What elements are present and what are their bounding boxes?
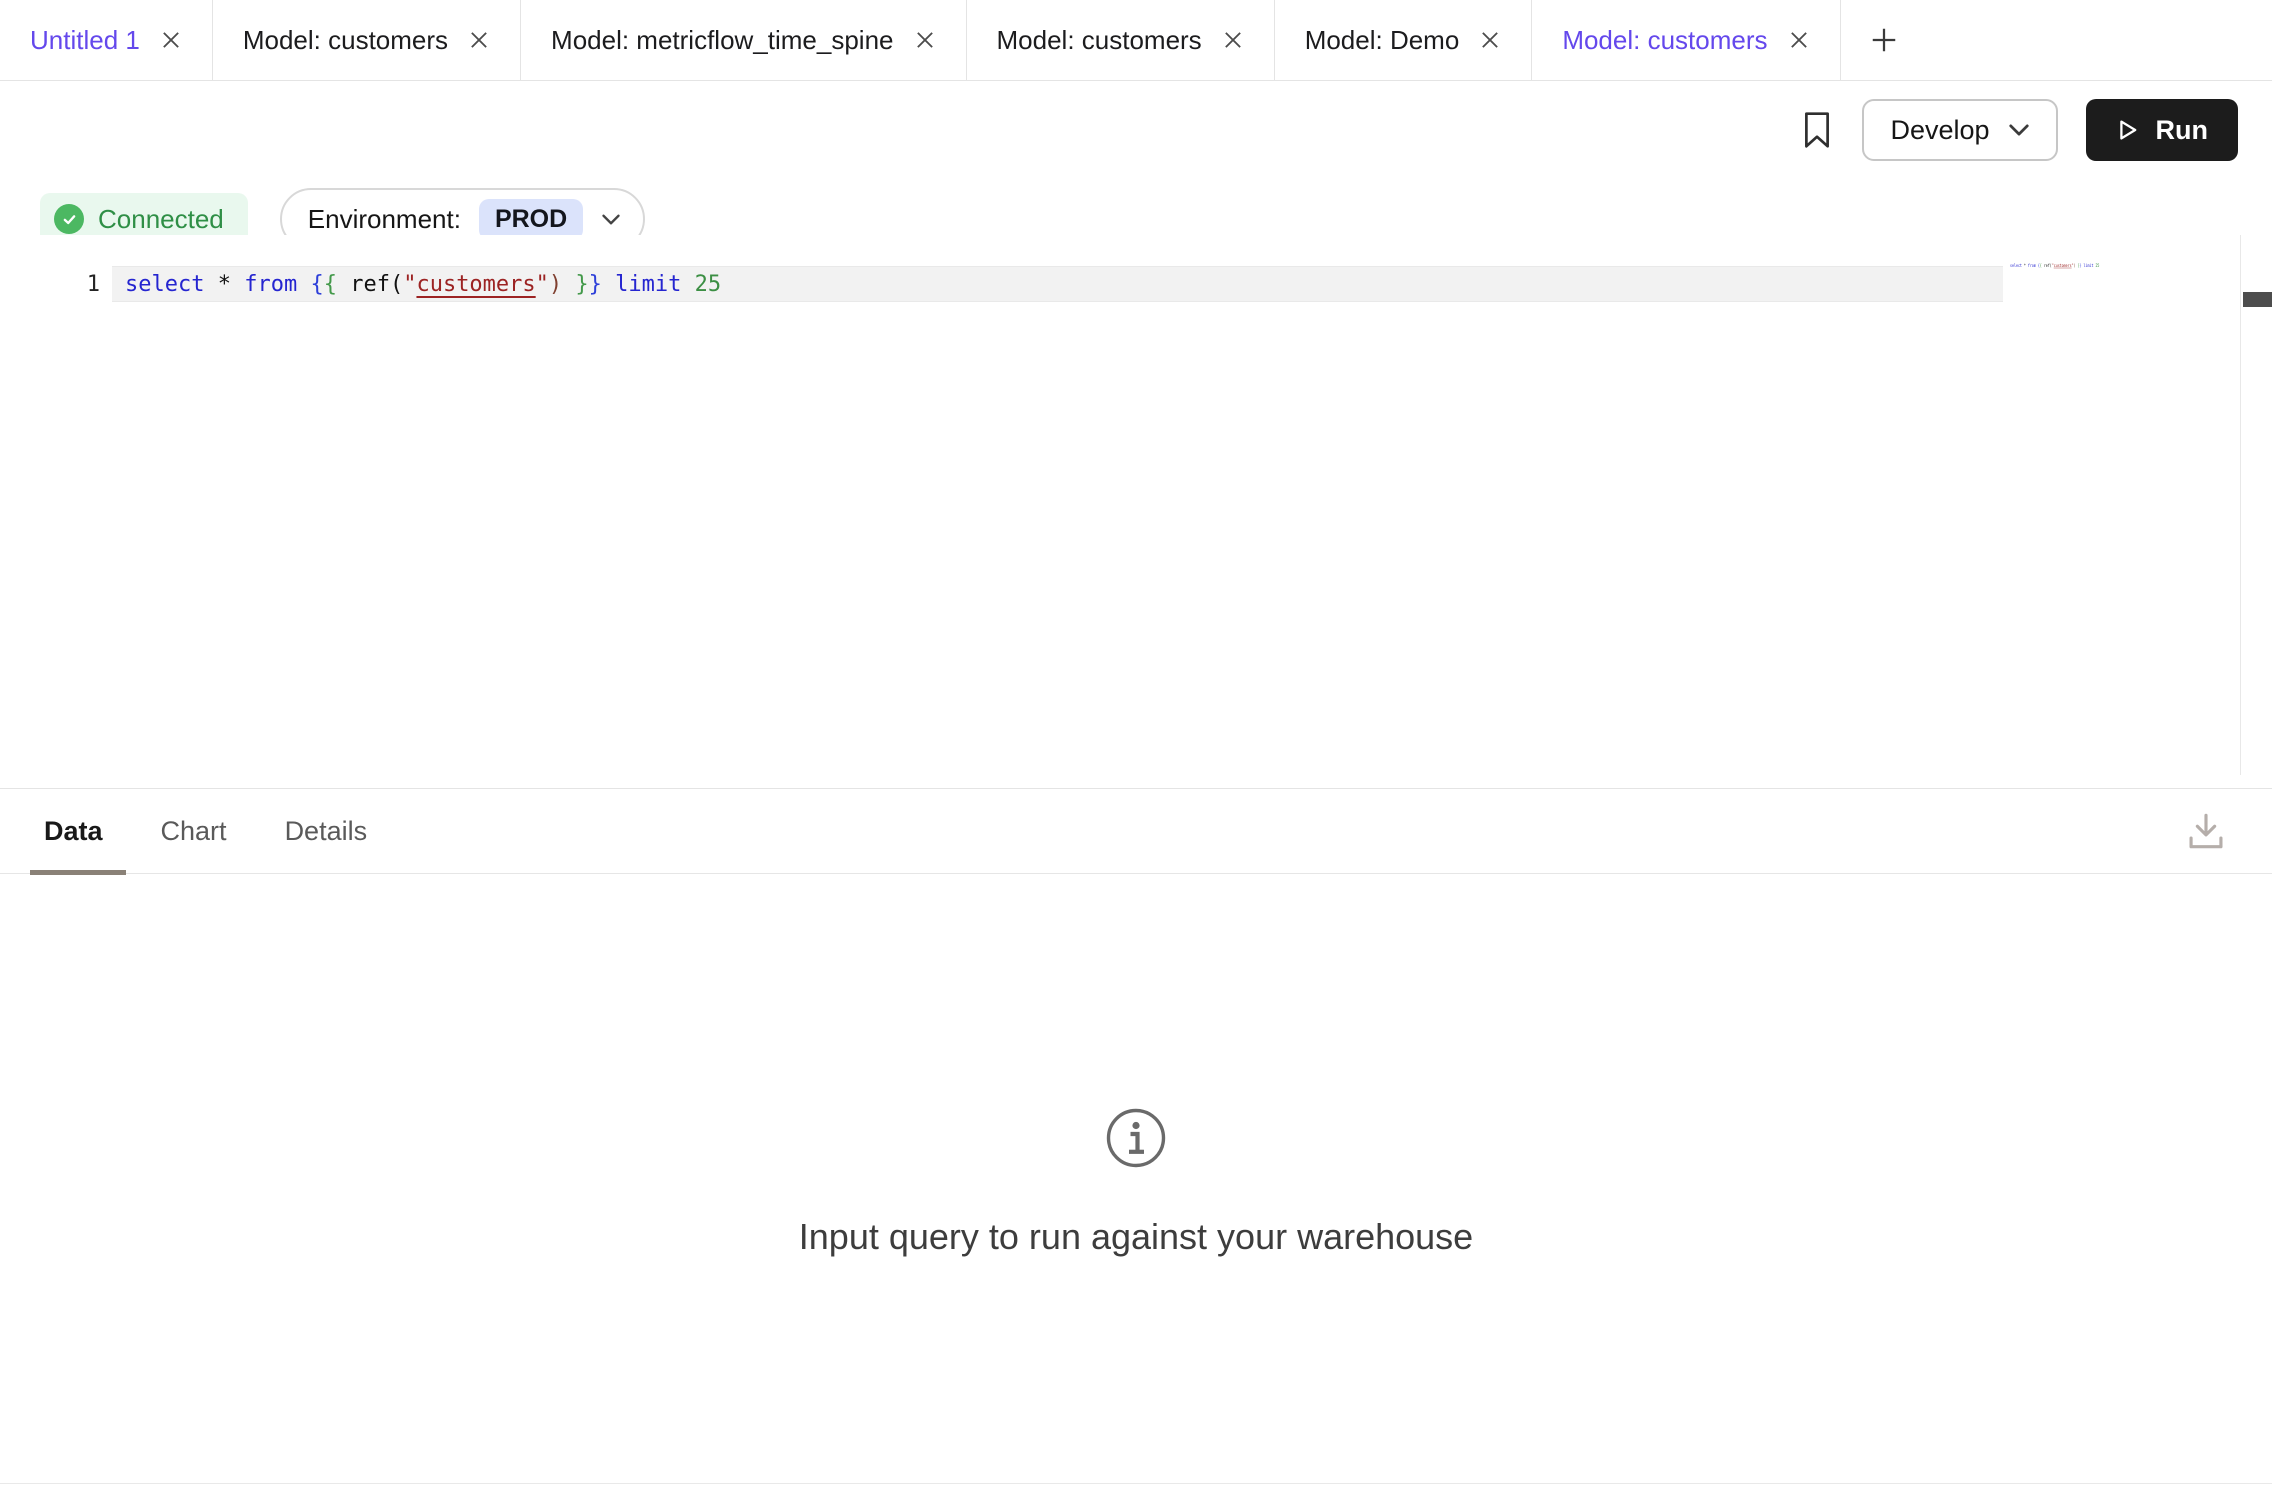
editor-tab-bar: Untitled 1 Model: customers Model: metri… [0,0,2272,81]
code-token: 25 [695,272,722,297]
info-icon [1104,1106,1168,1170]
download-icon[interactable] [2184,809,2228,858]
editor-scrollbar-track[interactable] [2240,235,2272,775]
minimap[interactable]: select * from {{ ref("customers") }} lim… [2010,263,2106,277]
close-icon[interactable] [914,29,936,51]
ide-window: Untitled 1 Model: customers Model: metri… [0,0,2272,1486]
tab-label: Model: customers [243,25,448,56]
code-token: { [310,272,323,297]
chevron-down-icon [601,213,621,226]
plus-icon [1869,25,1899,55]
code-token: ref( [350,272,403,297]
tab-model-demo[interactable]: Model: Demo [1275,0,1533,80]
connected-label: Connected [98,204,224,235]
active-tab-indicator [30,870,126,875]
tab-data[interactable]: Data [44,816,103,847]
tab-model-customers-3[interactable]: Model: customers [1532,0,1840,80]
empty-state-message: Input query to run against your warehous… [799,1216,1473,1258]
environment-value-badge: PROD [479,199,583,240]
environment-label: Environment: [308,204,461,235]
close-icon[interactable] [160,29,182,51]
minimap-code: select * from {{ ref("customers") }} lim… [2010,263,2106,277]
tab-model-customers-2[interactable]: Model: customers [967,0,1275,80]
code-line-text[interactable]: select * from {{ ref("customers") }} lim… [125,272,721,298]
code-token: } [589,272,602,297]
bottom-divider [0,1483,2272,1484]
chevron-down-icon [2008,123,2030,137]
results-tab-bar: Data Chart Details [0,789,2272,874]
code-token: select [125,272,204,297]
tab-label: Model: metricflow_time_spine [551,25,893,56]
tab-label: Model: customers [997,25,1202,56]
results-panel: Data Chart Details Input query to run ag… [0,788,2272,1486]
run-button[interactable]: Run [2086,99,2238,161]
tab-untitled-1[interactable]: Untitled 1 [0,0,213,80]
code-token [562,272,575,297]
tab-chart[interactable]: Chart [161,816,227,847]
close-icon[interactable] [1479,29,1501,51]
code-token [602,272,615,297]
code-token: from [244,272,297,297]
code-token: " [403,272,416,297]
tab-label: Model: customers [1562,25,1767,56]
play-icon [2116,118,2140,142]
close-icon[interactable] [1222,29,1244,51]
code-token: " [536,272,549,297]
code-token: ) [549,272,562,297]
results-empty-state: Input query to run against your warehous… [0,874,2272,1258]
code-token: limit [615,272,681,297]
develop-label: Develop [1890,115,1989,146]
develop-dropdown-button[interactable]: Develop [1862,99,2057,161]
close-icon[interactable] [1788,29,1810,51]
run-label: Run [2156,115,2208,146]
new-tab-button[interactable] [1841,0,1927,80]
editor-toolbar: Develop Run [0,81,2272,179]
code-token-ref-link[interactable]: customers [416,272,535,297]
bookmark-icon[interactable] [1800,110,1834,150]
code-token: } [575,272,588,297]
line-number: 1 [0,272,100,297]
tab-model-customers-1[interactable]: Model: customers [213,0,521,80]
code-token [297,272,310,297]
tab-model-metricflow-time-spine[interactable]: Model: metricflow_time_spine [521,0,966,80]
tab-label: Model: Demo [1305,25,1460,56]
check-icon [54,204,84,234]
code-token: * [204,272,244,297]
code-token [337,272,350,297]
code-token [681,272,694,297]
code-token: { [324,272,337,297]
editor-scrollbar-thumb[interactable] [2243,292,2272,307]
tab-details[interactable]: Details [285,816,368,847]
close-icon[interactable] [468,29,490,51]
tab-label: Untitled 1 [30,25,140,56]
sql-editor[interactable]: 1 select * from {{ ref("customers") }} l… [0,235,2272,788]
